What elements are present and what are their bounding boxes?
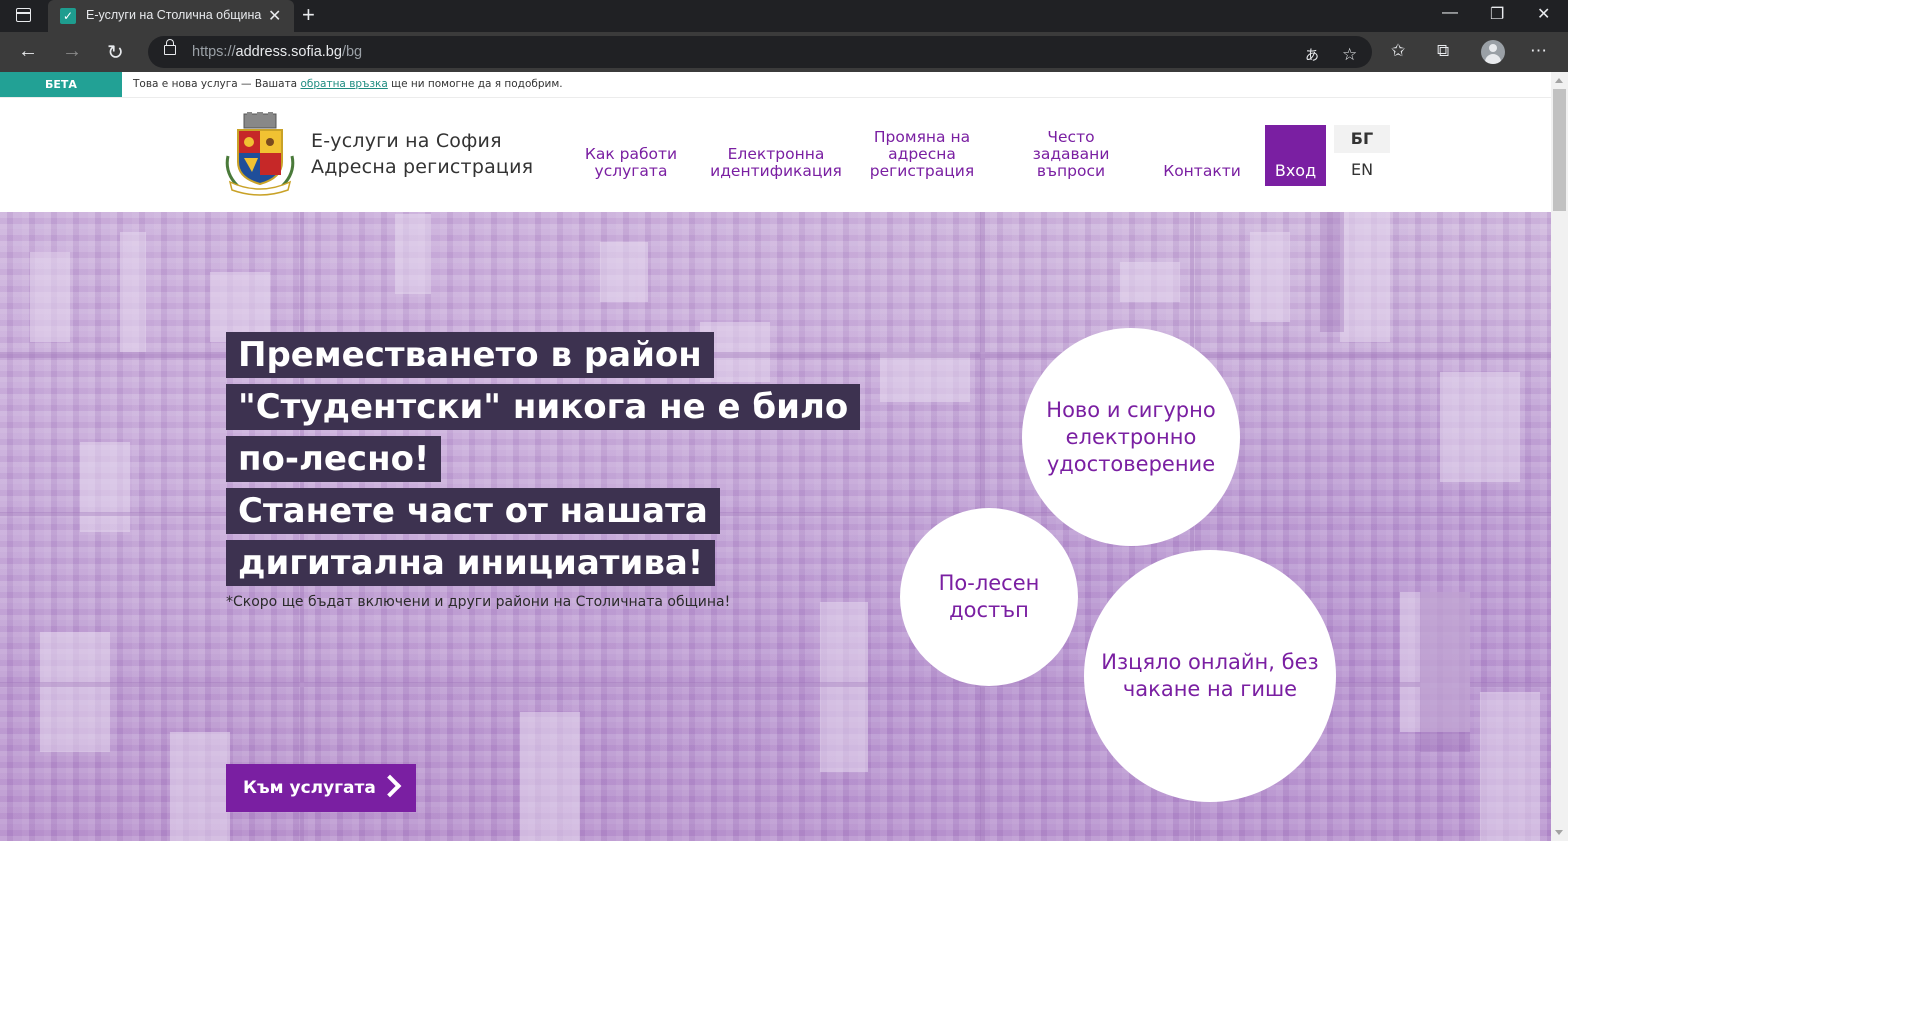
- reload-icon[interactable]: ↻: [107, 40, 124, 65]
- sofia-coat-of-arms-logo[interactable]: [222, 112, 298, 196]
- profile-avatar[interactable]: [1481, 40, 1505, 64]
- headline-line-2: "Студентски" никога не е било: [226, 384, 861, 430]
- forward-icon[interactable]: →: [62, 40, 82, 63]
- headline-line-4: Станете част от нашата: [226, 488, 720, 534]
- page-scrollbar[interactable]: [1551, 72, 1568, 841]
- tab-actions-icon[interactable]: [16, 8, 31, 22]
- collections-icon[interactable]: ⧉: [1437, 41, 1449, 61]
- favorites-icon[interactable]: ✩: [1391, 41, 1405, 61]
- brand-subtitle: Адресна регистрация: [311, 156, 534, 178]
- scroll-thumb[interactable]: [1553, 89, 1566, 211]
- beta-banner: БЕТА Това е нова услуга — Вашата обратна…: [0, 72, 1551, 98]
- lang-bg-button[interactable]: БГ: [1334, 125, 1390, 153]
- site-header: Е-услуги на София Адресна регистрация Ка…: [0, 98, 1551, 212]
- browser-tab[interactable]: ✓ Е-услуги на Столична община | ✕: [48, 0, 294, 32]
- nav-faq[interactable]: Често задавани въпроси: [1018, 129, 1124, 180]
- login-button[interactable]: Вход: [1265, 125, 1326, 186]
- lock-icon[interactable]: [164, 39, 176, 55]
- translate-icon[interactable]: あ: [1305, 45, 1319, 65]
- browser-tab-bar: ✓ Е-услуги на Столична община | ✕ + — ❐ …: [0, 0, 1568, 32]
- brand-title: Е-услуги на София: [311, 130, 502, 152]
- address-bar[interactable]: https://address.sofia.bg/bg あ ☆: [148, 36, 1372, 68]
- feedback-link[interactable]: обратна връзка: [300, 78, 387, 90]
- tab-title: Е-услуги на Столична община |: [86, 8, 266, 22]
- restore-icon[interactable]: ❐: [1490, 4, 1504, 24]
- hero-section: Преместването в район "Студентски" никог…: [0, 212, 1551, 841]
- scroll-up-arrow-icon[interactable]: [1555, 78, 1563, 83]
- new-tab-icon[interactable]: +: [302, 2, 315, 28]
- page-viewport: БЕТА Това е нова услуга — Вашата обратна…: [0, 72, 1551, 841]
- url-text[interactable]: https://address.sofia.bg/bg: [192, 44, 362, 60]
- browser-toolbar: ← → ↻ https://address.sofia.bg/bg あ ☆ ✩ …: [0, 32, 1568, 72]
- minimize-icon[interactable]: —: [1442, 4, 1458, 22]
- nav-change-address-registration[interactable]: Промяна на адресна регистрация: [860, 129, 984, 180]
- tab-close-icon[interactable]: ✕: [268, 6, 281, 26]
- more-menu-icon[interactable]: ⋯: [1530, 41, 1547, 61]
- bubble-easier-access: По-лесен достъп: [900, 508, 1078, 686]
- scroll-down-arrow-icon[interactable]: [1555, 830, 1563, 835]
- go-to-service-button[interactable]: Към услугата: [226, 764, 416, 812]
- lang-en-button[interactable]: EN: [1351, 160, 1373, 179]
- hero-footnote: *Скоро ще бъдат включени и други райони …: [226, 594, 731, 610]
- window-close-icon[interactable]: ✕: [1537, 4, 1550, 24]
- site-favicon-icon: ✓: [60, 8, 76, 24]
- nav-electronic-identification[interactable]: Електронна идентификация: [704, 146, 848, 180]
- arrow-right-icon: [378, 774, 402, 798]
- nav-contacts[interactable]: Контакти: [1150, 163, 1254, 180]
- beta-tag: БЕТА: [0, 72, 122, 97]
- add-favorite-icon[interactable]: ☆: [1342, 45, 1357, 65]
- headline-line-1: Преместването в район: [226, 332, 714, 378]
- headline-line-5: дигитална инициатива!: [226, 540, 716, 586]
- nav-how-it-works[interactable]: Как работи услугата: [578, 146, 684, 180]
- headline-line-3: по-лесно!: [226, 436, 442, 482]
- beta-message: Това е нова услуга — Вашата обратна връз…: [133, 78, 563, 90]
- back-icon[interactable]: ←: [18, 40, 38, 63]
- bubble-secure-certificate: Ново и сигурно електронно удостоверение: [1022, 328, 1240, 546]
- bubble-fully-online: Изцяло онлайн, без чакане на гише: [1084, 550, 1336, 802]
